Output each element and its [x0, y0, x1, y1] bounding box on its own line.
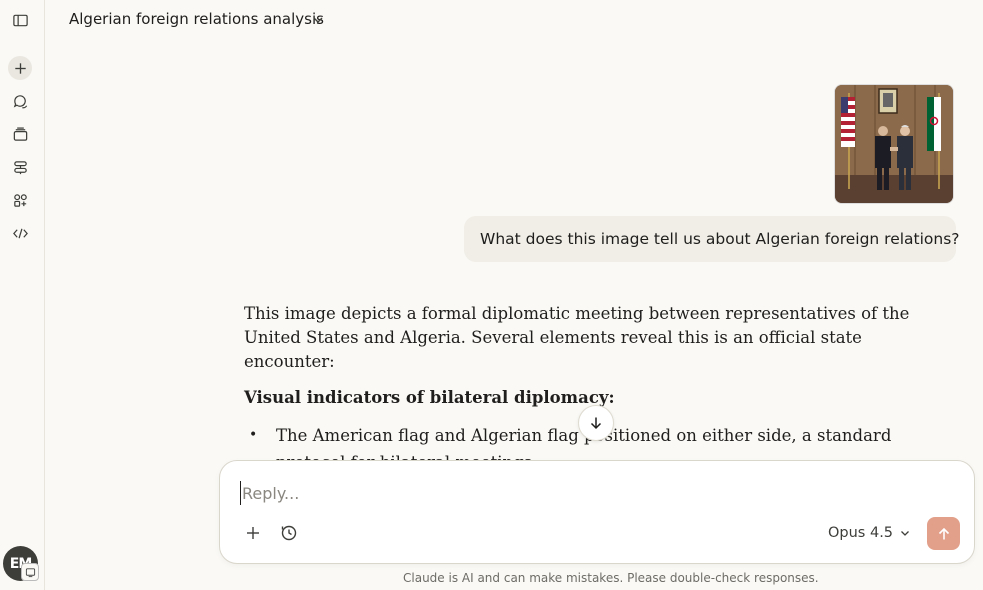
device-badge-icon [21, 563, 39, 581]
response-intro: This image depicts a formal diplomatic m… [244, 304, 910, 371]
chevron-down-icon [901, 531, 909, 536]
composer: Opus 4.5 [219, 460, 975, 564]
user-message-text: What does this image tell us about Alger… [480, 230, 960, 248]
disclaimer: Claude is AI and can make mistakes. Plea… [403, 571, 819, 585]
arrow-up-icon [938, 527, 949, 539]
send-button[interactable] [927, 517, 960, 550]
attached-image[interactable] [834, 84, 954, 204]
sidebar: EM [0, 0, 45, 590]
code-icon[interactable] [8, 221, 32, 245]
add-attachment-button[interactable] [242, 522, 264, 544]
diplomatic-meeting-image [835, 85, 953, 203]
apps-icon[interactable] [8, 188, 32, 212]
conversation-title[interactable]: Algerian foreign relations analysis [69, 10, 324, 28]
new-chat-button[interactable] [8, 56, 32, 80]
projects-icon[interactable] [8, 122, 32, 146]
plus-icon [14, 62, 26, 74]
chevron-down-icon[interactable] [311, 13, 325, 27]
history-button[interactable] [278, 522, 300, 544]
arrow-down-icon [590, 417, 602, 430]
model-name: Opus 4.5 [828, 525, 894, 541]
user-message: What does this image tell us about Alger… [464, 216, 960, 262]
scroll-down-button[interactable] [578, 405, 614, 441]
plus-icon [247, 527, 259, 539]
chats-icon[interactable] [8, 89, 32, 113]
clock-icon [281, 525, 297, 541]
header: Algerian foreign relations analysis [45, 0, 983, 40]
reply-input[interactable] [240, 481, 800, 505]
sidebar-toggle-icon[interactable] [8, 8, 32, 32]
assistant-response: This image depicts a formal diplomatic m… [244, 302, 924, 476]
model-selector[interactable]: Opus 4.5 [828, 523, 911, 543]
artifacts-icon[interactable] [8, 155, 32, 179]
response-heading: Visual indicators of bilateral diplomacy… [244, 388, 615, 407]
